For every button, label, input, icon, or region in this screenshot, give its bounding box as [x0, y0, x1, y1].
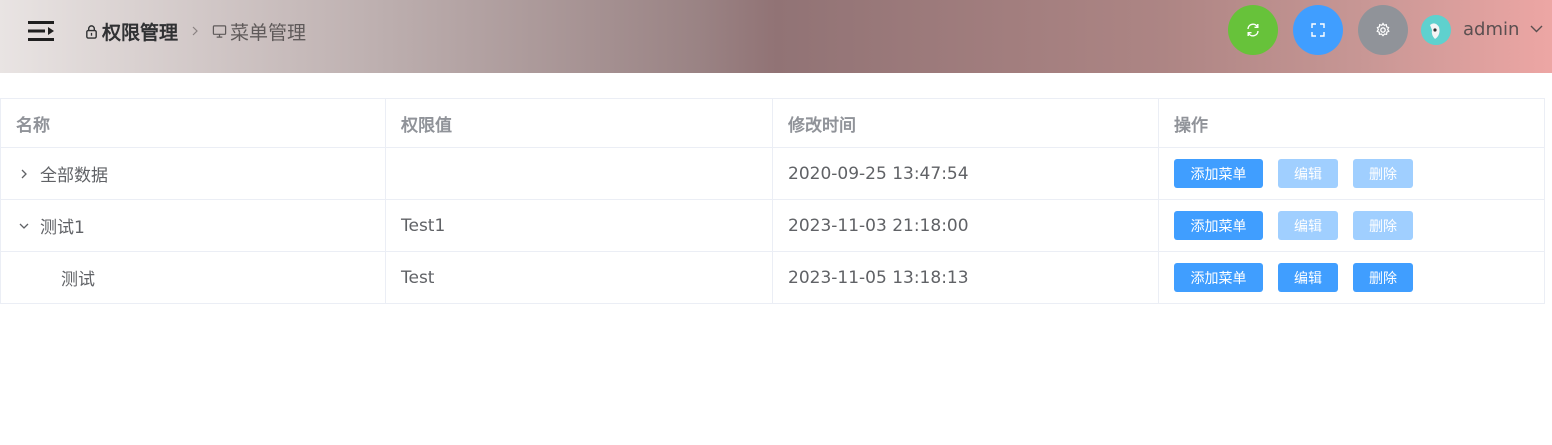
column-header-permission: 权限值 [386, 99, 773, 147]
delete-button: 删除 [1353, 159, 1413, 188]
menu-fold-icon[interactable] [28, 20, 56, 42]
fullscreen-icon [1311, 23, 1325, 37]
actions-cell: 添加菜单 编辑 删除 [1159, 200, 1544, 251]
table-row: 测试1 Test1 2023-11-03 21:18:00 添加菜单 编辑 删除 [1, 200, 1544, 252]
modified-cell: 2023-11-03 21:18:00 [773, 200, 1159, 251]
table-row: 测试 Test 2023-11-05 13:18:13 添加菜单 编辑 删除 [1, 252, 1544, 304]
column-header-actions: 操作 [1174, 115, 1208, 136]
row-name: 测试 [61, 270, 95, 290]
add-menu-button[interactable]: 添加菜单 [1174, 263, 1263, 292]
breadcrumb-item-permission[interactable]: 权限管理 [84, 18, 178, 45]
name-cell: 测试1 [1, 200, 386, 251]
breadcrumb-label: 权限管理 [102, 21, 179, 44]
modified-cell: 2023-11-05 13:18:13 [773, 252, 1159, 303]
actions-cell: 添加菜单 编辑 删除 [1159, 148, 1544, 199]
chevron-right-icon [192, 26, 198, 36]
chevron-down-icon[interactable] [1530, 24, 1543, 34]
name-cell: 测试 [1, 252, 386, 303]
refresh-button[interactable] [1228, 5, 1278, 55]
breadcrumb: 权限管理 菜单管理 [84, 17, 306, 45]
add-menu-button[interactable]: 添加菜单 [1174, 211, 1263, 240]
monitor-icon [212, 24, 227, 38]
column-header-name: 名称 [1, 99, 386, 147]
edit-button: 编辑 [1278, 159, 1338, 188]
chevron-down-icon[interactable] [17, 219, 31, 233]
username[interactable]: admin [1463, 19, 1519, 40]
permission-cell [386, 148, 773, 199]
table-header: 名称 权限值 修改时间 操作 [1, 99, 1544, 148]
table-row: 全部数据 2020-09-25 13:47:54 添加菜单 编辑 删除 [1, 148, 1544, 200]
breadcrumb-label: 菜单管理 [230, 21, 307, 44]
row-name: 全部数据 [40, 166, 108, 186]
settings-button[interactable] [1358, 5, 1408, 55]
avatar[interactable] [1421, 15, 1451, 45]
permission-cell: Test [386, 252, 773, 303]
gear-icon [1376, 22, 1390, 37]
column-header-modified: 修改时间 [773, 99, 1159, 147]
top-navbar: 权限管理 菜单管理 admin [0, 0, 1552, 73]
delete-button: 删除 [1353, 211, 1413, 240]
avatar-image-icon [1421, 15, 1451, 45]
delete-button[interactable]: 删除 [1353, 263, 1413, 292]
lock-icon [86, 24, 97, 39]
fullscreen-button[interactable] [1293, 5, 1343, 55]
permission-cell: Test1 [386, 200, 773, 251]
row-name: 测试1 [40, 218, 85, 238]
edit-button[interactable]: 编辑 [1278, 263, 1338, 292]
refresh-icon [1247, 23, 1259, 37]
breadcrumb-item-menu: 菜单管理 [212, 18, 306, 45]
name-cell: 全部数据 [1, 148, 386, 199]
chevron-right-icon[interactable] [17, 167, 31, 181]
add-menu-button[interactable]: 添加菜单 [1174, 159, 1263, 188]
modified-cell: 2020-09-25 13:47:54 [773, 148, 1159, 199]
actions-cell: 添加菜单 编辑 删除 [1159, 252, 1544, 303]
edit-button: 编辑 [1278, 211, 1338, 240]
menu-table: 名称 权限值 修改时间 操作 全部数据 2020-09-25 13:47:54 … [0, 98, 1545, 304]
